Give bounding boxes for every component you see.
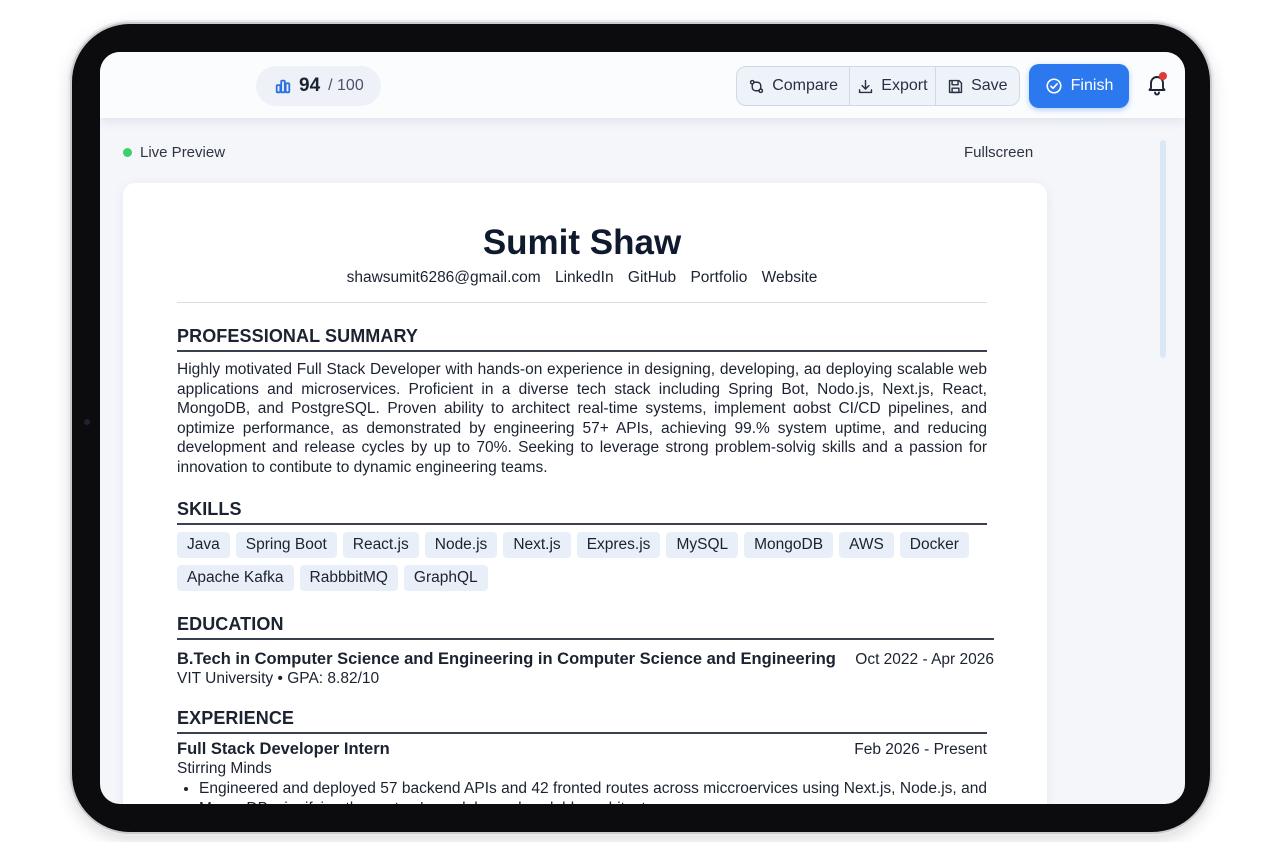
education-institution: VIT University • GPA: 8.82/10 bbox=[177, 670, 380, 687]
skill-chip: GraphQL bbox=[403, 565, 488, 591]
scrollbar-thumb[interactable] bbox=[1160, 140, 1166, 358]
compare-label: Compare bbox=[772, 77, 838, 94]
download-icon bbox=[859, 79, 873, 93]
experience-heading: EXPERIENCE bbox=[177, 708, 295, 728]
education-degree: B.Tech in Computer Science and Engineeri… bbox=[177, 650, 836, 668]
skill-chip: MySQL bbox=[666, 532, 739, 558]
skill-chip: Spring Boot bbox=[235, 532, 337, 558]
top-toolbar: 94 / 100 Compare Export Save Finish bbox=[100, 52, 1185, 118]
portfolio-link[interactable]: Portfolio bbox=[690, 269, 747, 286]
skill-chip: Docker bbox=[899, 532, 969, 558]
section-divider bbox=[177, 523, 987, 525]
score-value: 94 bbox=[299, 75, 321, 96]
finish-label: Finish bbox=[1070, 77, 1114, 94]
skill-chip: MongoDB bbox=[744, 532, 834, 558]
skill-chip: Expres.js bbox=[576, 532, 661, 558]
education-heading: EDUCATION bbox=[177, 614, 284, 634]
experience-dates: Feb 2026 - Present bbox=[854, 741, 987, 758]
finish-button[interactable]: Finish bbox=[1029, 64, 1129, 108]
toolbar-button-group: Compare Export Save bbox=[736, 66, 1020, 106]
skills-list: Java Spring Boot React.js Node.js Next.js Exp… bbox=[177, 532, 987, 591]
fullscreen-button[interactable]: Fullscreen bbox=[964, 144, 1033, 161]
score-max: / 100 bbox=[328, 77, 364, 94]
export-label: Export bbox=[881, 77, 928, 94]
website-link[interactable]: Website bbox=[762, 269, 818, 286]
experience-bullets: Engineered and deployed 57 backend APIs … bbox=[199, 779, 987, 804]
skill-chip: Apache Kafka bbox=[177, 565, 294, 591]
section-divider bbox=[177, 350, 987, 352]
bar-chart-icon bbox=[275, 79, 291, 94]
live-preview-indicator: Live Preview bbox=[123, 144, 225, 161]
skill-chip: AWS bbox=[839, 532, 894, 558]
resume-preview: Sumit Shaw shawsumit6286@gmail.com Linke… bbox=[123, 183, 1047, 804]
experience-role: Full Stack Developer Intern bbox=[177, 740, 390, 758]
header-divider bbox=[177, 302, 987, 303]
skill-chip: React.js bbox=[342, 532, 419, 558]
section-divider bbox=[177, 638, 994, 640]
skills-heading: SKILLS bbox=[177, 499, 242, 519]
notification-dot bbox=[1159, 72, 1167, 80]
experience-company: Stirring Minds bbox=[177, 760, 272, 777]
export-button[interactable]: Export bbox=[849, 67, 934, 105]
compare-icon bbox=[750, 79, 764, 93]
github-link[interactable]: GitHub bbox=[628, 269, 676, 286]
save-label: Save bbox=[971, 77, 1008, 94]
section-divider bbox=[177, 732, 987, 734]
email-link[interactable]: shawsumit6286@gmail.com bbox=[347, 269, 541, 286]
ats-score-badge[interactable]: 94 / 100 bbox=[256, 66, 381, 106]
contact-line: shawsumit6286@gmail.com LinkedIn GitHub … bbox=[177, 269, 987, 287]
front-camera bbox=[84, 419, 90, 425]
linkedin-link[interactable]: LinkedIn bbox=[555, 269, 614, 286]
check-circle-icon bbox=[1046, 78, 1062, 94]
save-icon bbox=[948, 79, 963, 93]
skill-chip: Next.js bbox=[503, 532, 571, 558]
live-status-dot bbox=[123, 148, 132, 157]
skill-chip: RabbbitMQ bbox=[299, 565, 398, 591]
live-preview-label: Live Preview bbox=[140, 144, 226, 161]
experience-bullet: Engineered and deployed 57 backend APIs … bbox=[199, 779, 987, 804]
save-button[interactable]: Save bbox=[934, 67, 1019, 105]
app-screen: 94 / 100 Compare Export Save Finish Live… bbox=[100, 52, 1185, 804]
summary-heading: PROFESSIONAL SUMMARY bbox=[177, 326, 419, 346]
candidate-name: Sumit Shaw bbox=[482, 223, 682, 262]
compare-button[interactable]: Compare bbox=[737, 67, 849, 105]
education-dates: Oct 2022 - Apr 2026 bbox=[855, 651, 994, 668]
skill-chip: Node.js bbox=[424, 532, 498, 558]
skill-chip: Java bbox=[177, 532, 230, 558]
summary-text: Highly motivated Full Stack Developer wi… bbox=[177, 361, 987, 476]
